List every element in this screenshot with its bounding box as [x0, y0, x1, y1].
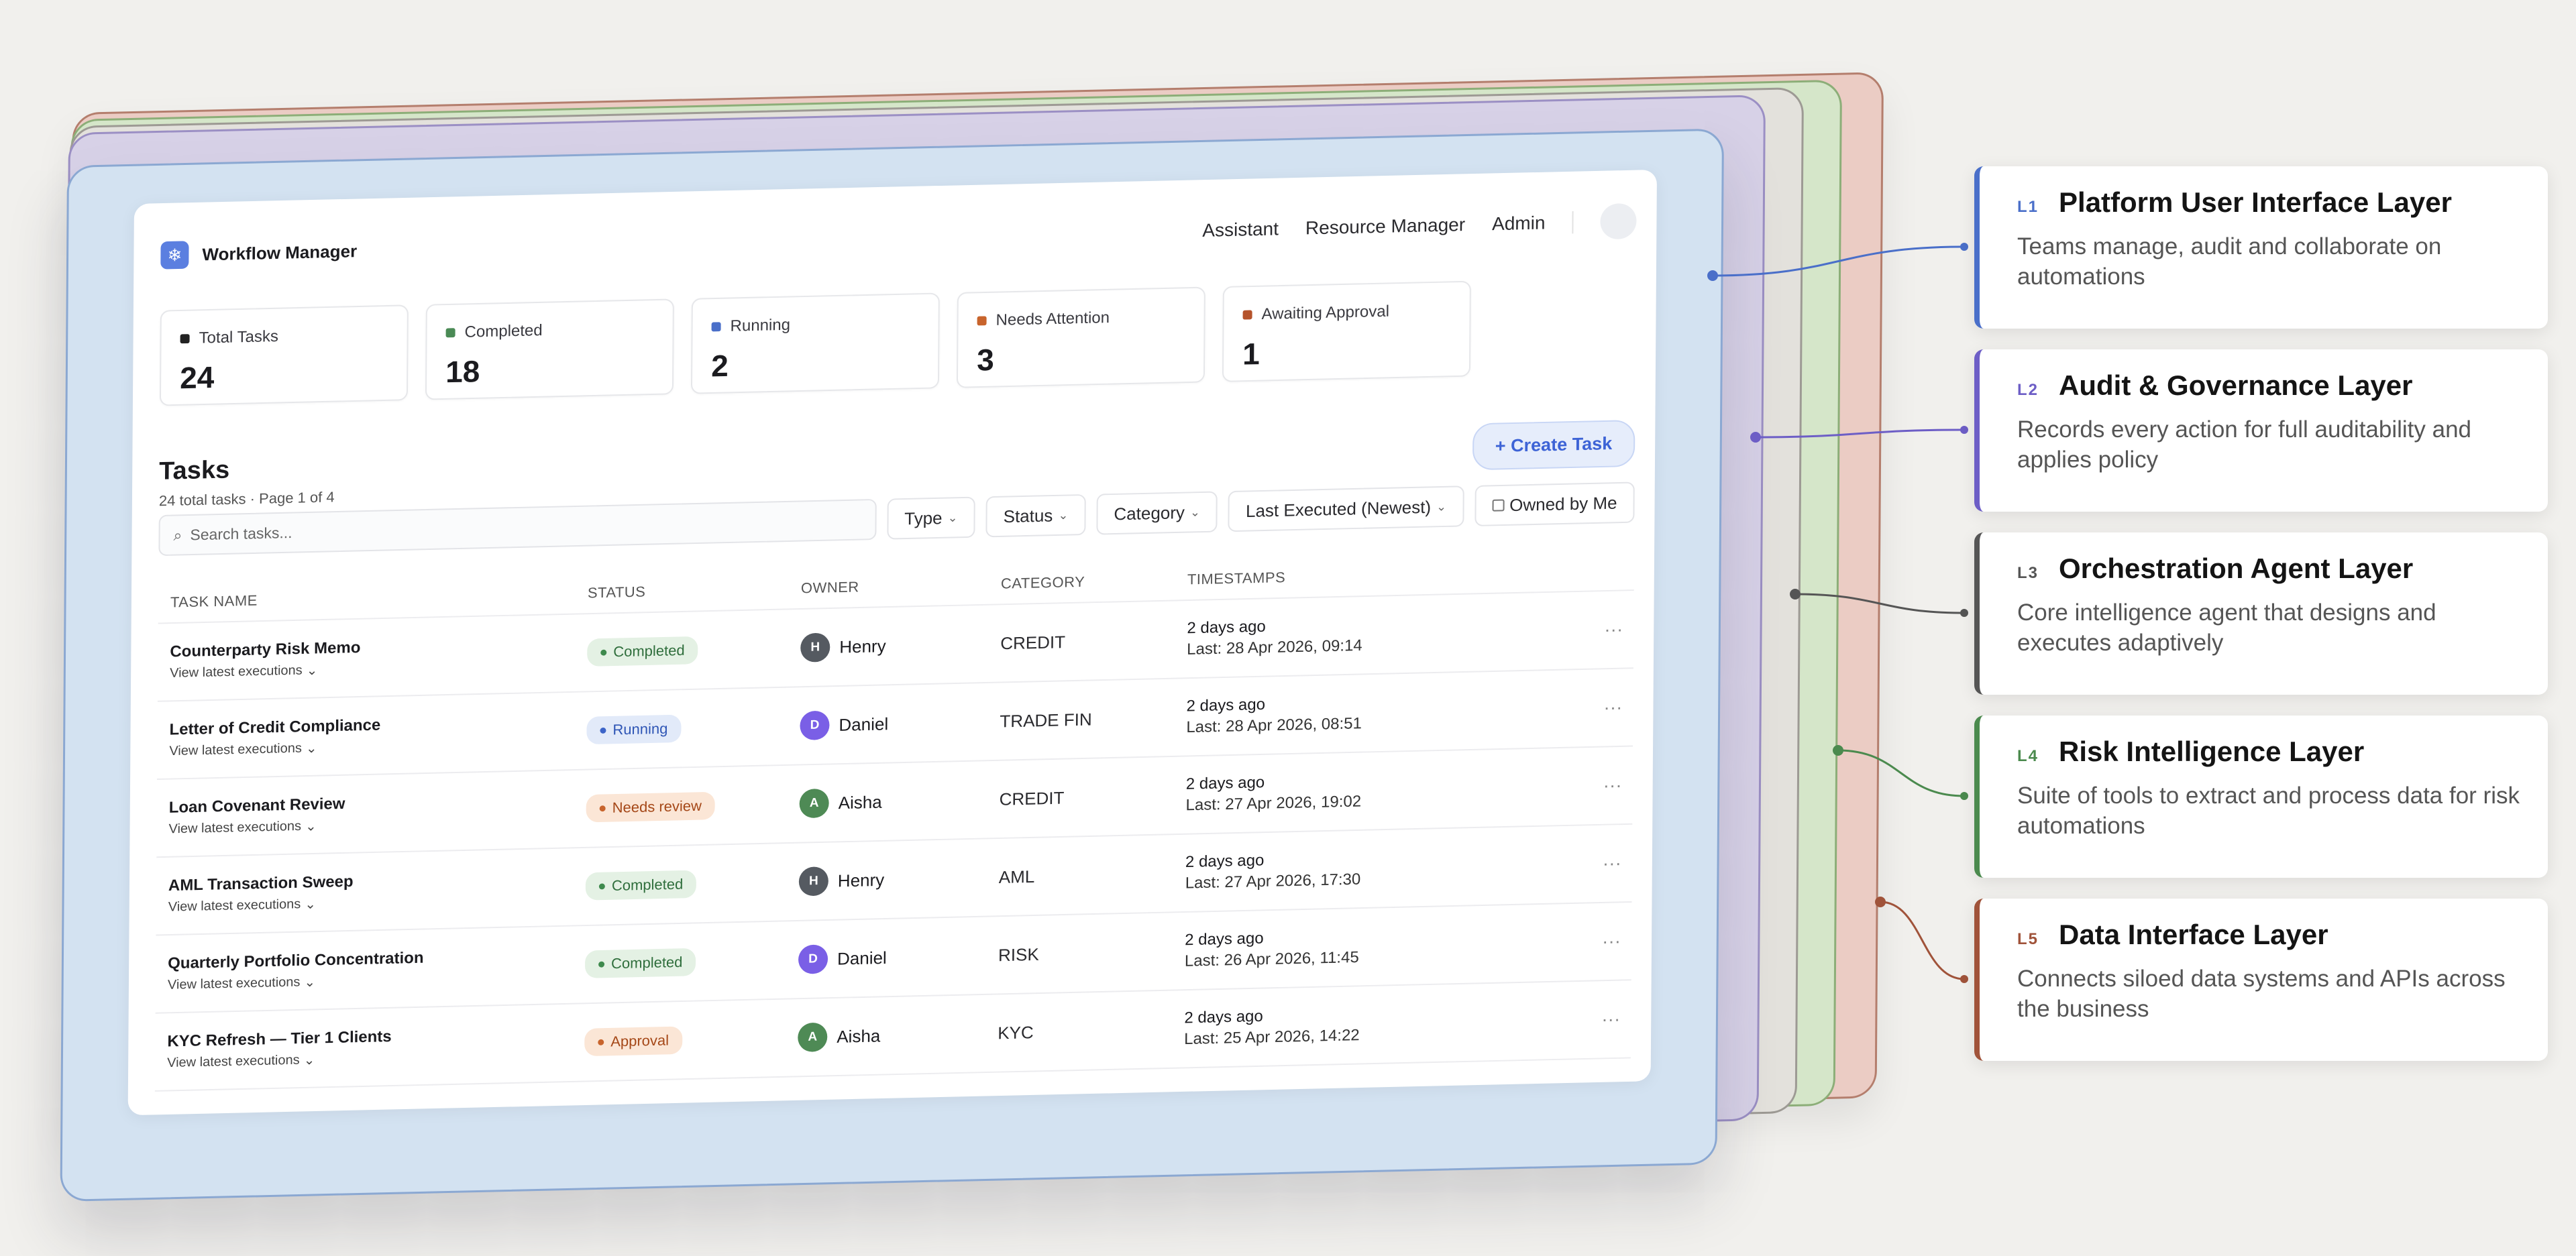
layer-description: Connects siloed data systems and APIs ac… [2017, 966, 2506, 1022]
layer-code: L5 [2017, 930, 2039, 948]
layer-callout-l5: L5 Data Interface Layer Connects siloed da… [1974, 899, 2548, 1061]
layer-code: L1 [2017, 198, 2039, 216]
layer-callout-l1: L1 Platform User Interface Layer Teams man… [1974, 166, 2548, 329]
callout-header: L5 Data Interface Layer [2017, 919, 2521, 951]
layer-code: L3 [2017, 564, 2039, 582]
callout-header: L2 Audit & Governance Layer [2017, 369, 2521, 402]
layer-code: L2 [2017, 381, 2039, 399]
callout-header: L1 Platform User Interface Layer [2017, 186, 2521, 219]
layer-description: Records every action for full auditabili… [2017, 416, 2472, 473]
layer-callout-l2: L2 Audit & Governance Layer Records every … [1974, 349, 2548, 512]
connector-anchor-dot [1750, 432, 1761, 443]
layer-title: Orchestration Agent Layer [2059, 553, 2414, 584]
layer-callout-l3: L3 Orchestration Agent Layer Core intellig… [1974, 532, 2548, 695]
connector-end-dot [1960, 243, 1968, 251]
callout-header: L3 Orchestration Agent Layer [2017, 553, 2521, 585]
connector-anchor-dot [1833, 745, 1843, 756]
connector-anchor-dot [1790, 589, 1801, 600]
connector-end-dot [1960, 792, 1968, 800]
layer-title: Data Interface Layer [2059, 919, 2328, 950]
layer-code: L4 [2017, 747, 2039, 765]
callout-header: L4 Risk Intelligence Layer [2017, 736, 2521, 768]
layer-title: Platform User Interface Layer [2059, 186, 2452, 218]
connector-line-l5 [1880, 901, 1965, 980]
layer-callout-l4: L4 Risk Intelligence Layer Suite of tools … [1974, 716, 2548, 878]
connector-end-dot [1960, 609, 1968, 617]
connector-line-l1 [1712, 245, 1965, 277]
connector-end-dot [1960, 426, 1968, 434]
layer-description: Core intelligence agent that designs and… [2017, 600, 2436, 656]
layer-description: Teams manage, audit and collaborate on a… [2017, 233, 2442, 290]
layer-description: Suite of tools to extract and process da… [2017, 783, 2520, 839]
layer-title: Risk Intelligence Layer [2059, 736, 2365, 767]
connector-line-l2 [1755, 429, 1965, 439]
connector-anchor-dot [1875, 897, 1886, 907]
layer-title: Audit & Governance Layer [2059, 369, 2413, 401]
connector-line-l3 [1794, 593, 1965, 614]
connector-line-l4 [1837, 749, 1965, 797]
connector-end-dot [1960, 975, 1968, 983]
connector-anchor-dot [1707, 270, 1718, 281]
